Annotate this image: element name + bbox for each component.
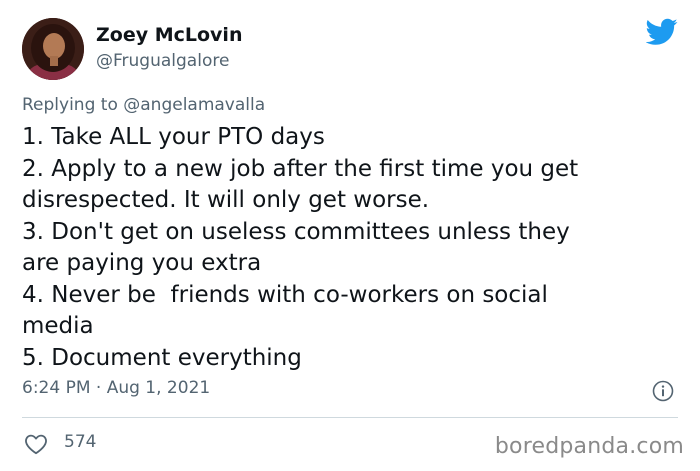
avatar[interactable]	[22, 18, 84, 80]
tweet-timestamp[interactable]: 6:24 PM · Aug 1, 2021	[22, 378, 210, 398]
replying-to-label: Replying to	[22, 95, 124, 115]
tweet-line: 3. Don't get on useless committees unles…	[22, 218, 570, 245]
tweet-line: 1. Take ALL your PTO days	[22, 124, 325, 150]
replying-to: Replying to @angelamavalla	[22, 95, 265, 115]
tweet-text: 1. Take ALL your PTO days 2. Apply to a …	[22, 122, 672, 374]
twitter-bird-icon	[646, 18, 678, 45]
avatar-image	[22, 18, 84, 80]
author-handle[interactable]: @Frugualgalore	[96, 51, 229, 71]
tweet-line: 2. Apply to a new job after the first ti…	[22, 155, 579, 182]
reply-mention-link[interactable]: @angelamavalla	[123, 95, 265, 115]
tweet-line: are paying you extra	[22, 250, 262, 276]
tweet-line: disrespected. It will only get worse.	[22, 187, 430, 213]
watermark: boredpanda.com	[494, 434, 684, 459]
tweet-line: media	[22, 313, 94, 339]
tweet-line: 4. Never be friends with co-workers on s…	[22, 281, 548, 308]
like-count: 574	[64, 432, 97, 452]
info-icon[interactable]	[652, 380, 674, 402]
author-name[interactable]: Zoey McLovin	[96, 24, 242, 46]
tweet-line: 5. Document everything	[22, 344, 302, 371]
heart-icon[interactable]	[24, 433, 48, 455]
divider	[22, 417, 678, 418]
